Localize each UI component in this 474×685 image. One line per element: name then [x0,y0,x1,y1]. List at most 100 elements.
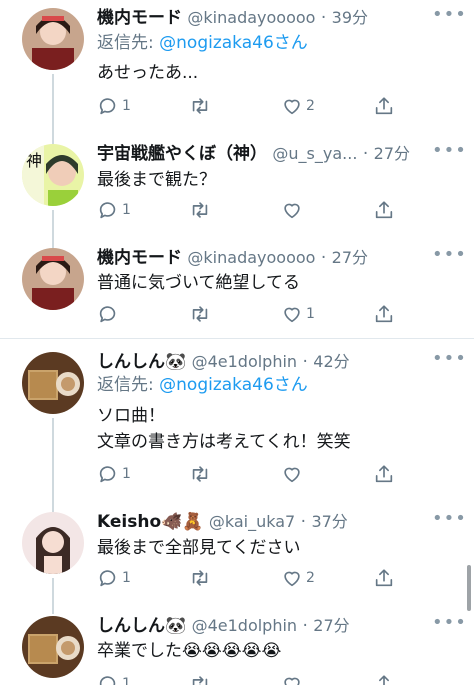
retweet-icon [192,306,208,322]
tweet-text: あせったあ... [97,60,198,86]
like-button[interactable] [281,198,306,222]
user-handle[interactable]: @kai_uka7 [209,512,295,531]
reply-count: 1 [122,202,131,218]
scrollbar[interactable] [467,565,471,611]
share-icon [379,675,389,685]
reply-button[interactable]: 1 [97,566,131,590]
retweet-button[interactable] [189,302,214,326]
tweet[interactable]: 機内モード @kinadayooooo · 39分 ••• 返信先: @nogi… [0,6,474,126]
separator-dot: · [300,512,307,532]
tweet[interactable]: 神 宇宙戦艦やくぼ（神） @u_s_ya... · 27分 ••• 最後まで観た… [0,142,474,232]
user-handle[interactable]: @4e1dolphin [192,616,297,635]
reply-count: 1 [122,570,131,586]
tweet-text-line: 最後まで全部見てください [97,538,301,558]
share-button[interactable] [373,94,395,118]
tweet-text: 卒業でした😭😭😭😭😭 [97,638,281,664]
avatar[interactable]: 神 [22,144,84,206]
display-name[interactable]: 機内モード [97,248,182,268]
reply-icon [99,306,116,323]
like-count: 2 [306,570,315,586]
like-count: 2 [306,98,315,114]
timestamp[interactable]: 27分 [313,616,349,635]
reply-to-link[interactable]: @nogizaka46さん [159,375,308,395]
reply-icon [99,676,116,685]
more-icon[interactable]: ••• [432,6,466,28]
avatar[interactable] [22,248,84,310]
more-icon[interactable]: ••• [432,614,466,636]
tweet-text: 最後まで全部見てください [97,535,301,561]
retweet-icon [192,98,208,114]
reply-to-label: 返信先: [97,33,160,53]
separator-dot: · [320,8,327,28]
share-button[interactable] [373,198,395,222]
display-name[interactable]: Keisho🐗🧸 [97,512,203,532]
share-icon [375,97,393,115]
share-button[interactable] [373,302,395,326]
more-icon[interactable]: ••• [432,350,466,372]
tweet-text-line: 文章の書き方は考えてくれ！笑笑 [97,432,351,452]
retweet-button[interactable] [189,462,214,486]
tweet[interactable]: Keisho🐗🧸 @kai_uka7 · 37分 ••• 最後まで全部見てくださ… [0,510,474,602]
like-icon [284,99,300,115]
reply-icon [99,98,116,115]
share-button[interactable] [373,566,395,590]
display-name[interactable]: しんしん🐼 [97,352,186,372]
display-name[interactable]: 機内モード [97,8,182,28]
timestamp[interactable]: 42分 [313,352,349,371]
more-icon[interactable]: ••• [432,510,466,532]
tweet[interactable]: しんしん🐼 @4e1dolphin · 42分 ••• 返信先: @nogiza… [0,350,474,500]
avatar-badge: 神 [26,151,42,170]
share-icon [375,569,393,587]
user-handle[interactable]: @kinadayooooo [187,8,315,27]
avatar[interactable] [22,616,84,678]
retweet-button[interactable] [189,198,214,222]
tweet-text-line: ソロ曲！ [97,406,165,426]
reply-button[interactable]: 1 [97,94,131,118]
timestamp[interactable]: 39分 [332,8,368,27]
tweet-text-line: あせったあ... [97,63,199,83]
reply-button[interactable]: 1 [97,198,131,222]
like-button[interactable]: 1 [281,302,315,326]
reply-to-link[interactable]: @nogizaka46さん [159,33,308,53]
reply-count: 1 [122,676,131,685]
reply-icon [99,466,116,483]
like-icon [284,467,300,483]
tweet-actions: 1 2 [97,94,397,118]
share-icon [375,465,393,483]
display-name[interactable]: しんしん🐼 [97,616,186,636]
like-button[interactable]: 2 [281,566,315,590]
tweet[interactable]: 機内モード @kinadayooooo · 27分 ••• 普通に気づいて絶望し… [0,246,474,336]
user-handle[interactable]: @u_s_ya... [272,144,357,163]
retweet-button[interactable] [189,566,214,590]
timestamp[interactable]: 27分 [374,144,410,163]
reply-button[interactable]: 1 [97,672,131,685]
like-button[interactable]: 2 [281,94,315,118]
like-count: 1 [306,306,315,322]
retweet-button[interactable] [189,672,211,685]
more-icon[interactable]: ••• [432,142,466,164]
share-button[interactable] [373,672,395,685]
like-button[interactable] [281,462,306,486]
user-handle[interactable]: @4e1dolphin [192,352,297,371]
retweet-icon [192,202,208,218]
like-icon [284,677,300,685]
timestamp[interactable]: 37分 [311,512,347,531]
display-name[interactable]: 宇宙戦艦やくぼ（神） [97,144,267,164]
share-button[interactable] [373,462,395,486]
avatar[interactable] [22,352,84,414]
timestamp[interactable]: 27分 [332,248,368,267]
share-icon [375,201,393,219]
tweet-actions: 1 [97,462,397,486]
avatar[interactable] [22,8,84,70]
user-handle[interactable]: @kinadayooooo [187,248,315,267]
more-icon[interactable]: ••• [432,246,466,268]
reply-button[interactable] [97,302,122,326]
retweet-icon [192,570,208,586]
like-button[interactable] [281,672,303,685]
reply-count: 1 [122,98,131,114]
reply-button[interactable]: 1 [97,462,131,486]
retweet-button[interactable] [189,94,214,118]
tweet[interactable]: しんしん🐼 @4e1dolphin · 27分 ••• 卒業でした😭😭😭😭😭 1 [0,614,474,685]
reply-count: 1 [122,466,131,482]
avatar[interactable] [22,512,84,574]
